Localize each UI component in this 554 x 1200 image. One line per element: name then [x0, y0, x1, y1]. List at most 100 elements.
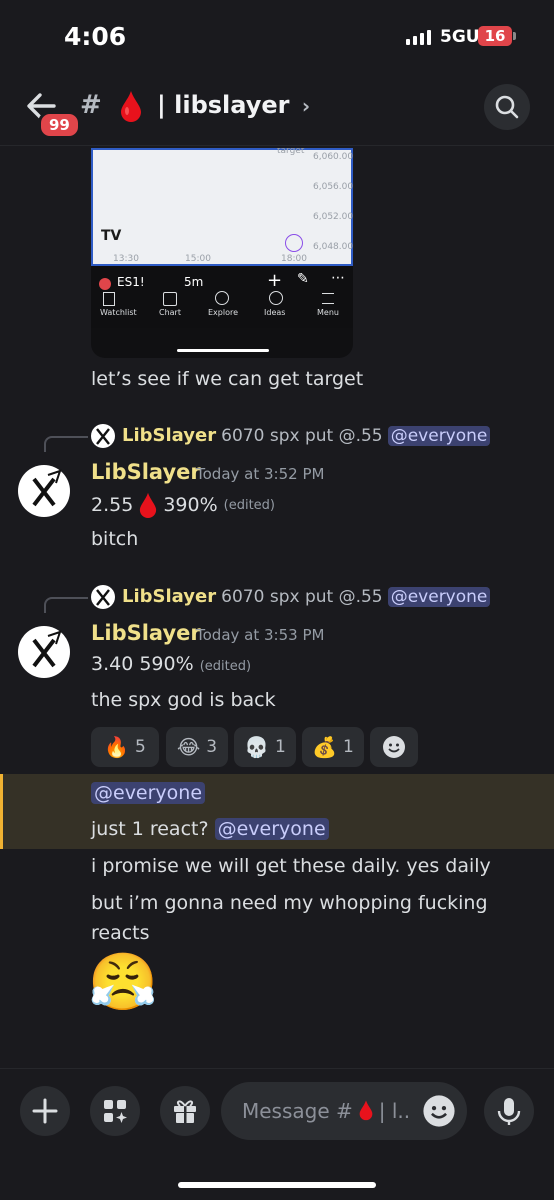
steam-face-emoji: 😤 [88, 950, 158, 1015]
gift-button[interactable] [160, 1086, 210, 1136]
reply-avatar[interactable] [91, 585, 115, 609]
message-text: 2.55 [91, 494, 134, 516]
edited-label: (edited) [199, 659, 252, 674]
message-timestamp: Today at 3:53 PM [196, 626, 325, 644]
header-divider [0, 145, 554, 146]
reaction-money[interactable]: 💰 1 [302, 727, 364, 767]
nav-watchlist: Watchlist [100, 308, 137, 317]
voice-button[interactable] [484, 1086, 534, 1136]
tradingview-logo: TV [101, 228, 122, 244]
reply-text: 6070 spx put @.55 [221, 587, 383, 607]
channel-name[interactable]: | libslayer › [157, 91, 310, 119]
channel-name-label: | libslayer [157, 91, 290, 119]
message-line: 3.40 590% (edited) [91, 653, 251, 675]
edited-label: (edited) [223, 497, 275, 513]
message-text: the spx god is back [91, 689, 276, 711]
mention-everyone[interactable]: @everyone [91, 782, 206, 804]
reply-preview[interactable]: LibSlayer 6070 spx put @.55 @everyone [122, 586, 491, 607]
time-tick: 15:00 [185, 254, 211, 264]
reply-mention: @everyone [387, 426, 491, 446]
signal-icon [406, 30, 431, 45]
author-avatar[interactable] [18, 626, 70, 678]
mention-everyone[interactable]: @everyone [214, 818, 329, 840]
chart-icon [163, 292, 177, 306]
message-timestamp: Today at 3:52 PM [196, 465, 325, 483]
message-line: 2.55 390% (edited) [91, 492, 275, 518]
message-text: reacts [91, 922, 150, 944]
price-tick: 6,048.00 [313, 242, 353, 252]
blood-drop-icon [140, 492, 157, 518]
price-tick: 6,056.00 [313, 182, 353, 192]
composer-divider [0, 1068, 554, 1069]
microphone-icon [497, 1098, 521, 1125]
reply-text: 6070 spx put @.55 [221, 426, 383, 446]
price-tick: 6,052.00 [313, 212, 353, 222]
battery-icon: 16 [478, 26, 512, 46]
reaction-laugh[interactable]: 😂 3 [166, 727, 228, 767]
message-text: but i’m gonna need my whopping fucking [91, 892, 488, 914]
arrow-circle-icon [285, 234, 303, 252]
price-tick: 6,060.00 [313, 152, 353, 162]
message-placeholder: Message # | l.. [242, 1099, 410, 1123]
symbol-icon [99, 278, 111, 290]
skull-icon: 💀 [244, 735, 270, 759]
image-attachment[interactable]: target 6,060.00 6,056.00 6,052.00 6,048.… [91, 148, 353, 358]
home-indicator [178, 1182, 376, 1188]
search-icon [495, 95, 519, 119]
message-text: let’s see if we can get target [91, 368, 364, 390]
nav-menu: Menu [317, 308, 339, 317]
watchlist-icon [103, 292, 115, 306]
placeholder-text: Message # [242, 1099, 353, 1123]
reply-avatar[interactable] [91, 424, 115, 448]
reaction-count: 1 [275, 737, 286, 757]
reply-author: LibSlayer [122, 586, 217, 607]
message-text: 3.40 590% [91, 653, 194, 675]
reply-preview[interactable]: LibSlayer 6070 spx put @.55 @everyone [122, 425, 491, 446]
interval-label: 5m [184, 275, 204, 289]
emoji-button[interactable] [422, 1094, 456, 1128]
bulb-icon [269, 291, 283, 305]
unread-badge: 99 [38, 111, 81, 139]
time-tick: 13:30 [113, 254, 139, 264]
channel-hash-icon: # [80, 90, 102, 120]
reply-author: LibSlayer [122, 425, 217, 446]
placeholder-text-tail: | l.. [378, 1099, 411, 1123]
sword-x-icon [32, 469, 62, 507]
embedded-chart: target 6,060.00 6,056.00 6,052.00 6,048.… [91, 148, 353, 266]
message-text: just 1 react? [91, 818, 209, 840]
status-time: 4:06 [64, 22, 127, 51]
money-bag-icon: 💰 [312, 735, 338, 759]
reaction-skull[interactable]: 💀 1 [234, 727, 296, 767]
menu-icon [322, 293, 334, 304]
more-icon: ⋯ [331, 270, 345, 286]
blood-drop-icon [359, 1100, 373, 1121]
smiley-icon [383, 736, 405, 758]
reply-connector [44, 597, 88, 613]
sword-x-icon [32, 630, 62, 668]
fire-icon: 🔥 [104, 735, 130, 759]
plus-icon: + [267, 270, 283, 291]
add-attachment-button[interactable] [20, 1086, 70, 1136]
message-text: 390% [163, 494, 218, 516]
reaction-count: 1 [343, 737, 354, 757]
embedded-home-indicator [177, 349, 269, 352]
message-line: @everyone [91, 782, 206, 804]
smiley-icon [423, 1095, 455, 1127]
reaction-count: 3 [206, 737, 218, 757]
search-button[interactable] [484, 84, 530, 130]
reply-connector [44, 436, 88, 452]
apps-sparkle-icon [104, 1100, 127, 1123]
reaction-count: 5 [135, 737, 146, 757]
author-name[interactable]: LibSlayer [91, 460, 201, 484]
blood-drop-icon [121, 91, 141, 122]
add-reaction-button[interactable] [370, 727, 418, 767]
reaction-fire[interactable]: 🔥 5 [91, 727, 159, 767]
embedded-toolbar: ES1! 5m + ✎ ⋯ Watchlist Chart Explore Id… [91, 266, 353, 328]
author-name[interactable]: LibSlayer [91, 621, 201, 645]
battery-tip [513, 32, 516, 40]
laugh-icon: 😂 [176, 735, 201, 759]
chevron-right-icon: › [301, 94, 311, 118]
author-avatar[interactable] [18, 465, 70, 517]
message-text: i promise we will get these daily. yes d… [91, 855, 491, 877]
apps-button[interactable] [90, 1086, 140, 1136]
